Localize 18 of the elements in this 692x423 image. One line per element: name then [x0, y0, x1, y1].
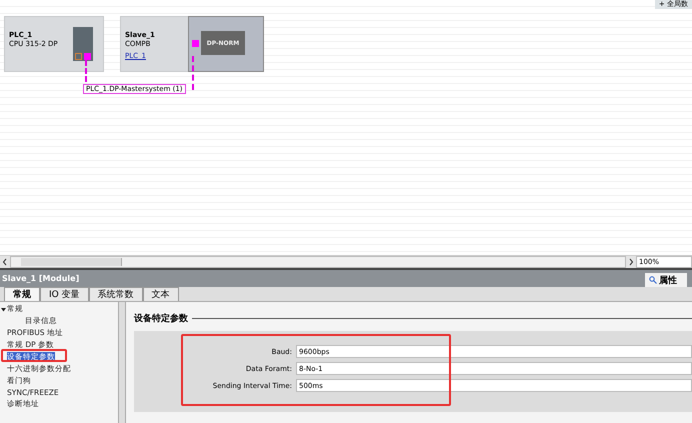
inspector-title: Slave_1 [Module] — [1, 274, 80, 283]
highlight-frame — [1, 349, 67, 362]
horizontal-scrollbar[interactable] — [10, 256, 626, 268]
expand-caret-icon[interactable] — [1, 306, 6, 312]
search-icon — [649, 276, 657, 284]
scroll-left-icon[interactable] — [2, 258, 8, 266]
tab[interactable]: IO 变量 — [40, 287, 89, 301]
vertical-scrollbar[interactable] — [119, 302, 126, 423]
scroll-right-icon[interactable] — [628, 258, 634, 266]
tab[interactable]: 系统常数 — [88, 287, 143, 301]
section-title: 设备特定参数 — [134, 312, 188, 325]
port-icon — [75, 53, 82, 60]
network-line — [192, 56, 194, 90]
tab[interactable]: 常规 — [4, 287, 40, 301]
profibus-port-icon — [192, 40, 199, 47]
properties-tab[interactable]: 属性 — [645, 273, 687, 287]
tab[interactable]: 文本 — [142, 287, 179, 301]
profibus-port-icon — [84, 53, 91, 60]
